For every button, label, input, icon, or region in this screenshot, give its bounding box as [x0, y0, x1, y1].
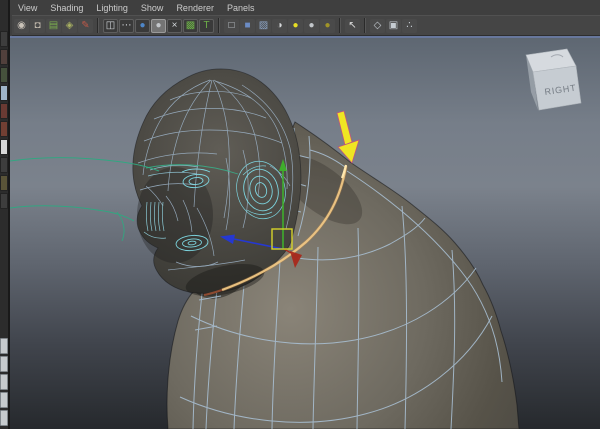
all-lights-icon[interactable]: ● [288, 18, 303, 33]
rotate-tool-button[interactable] [0, 103, 8, 119]
show-manip-tool-button[interactable] [0, 175, 8, 191]
default-material-icon[interactable]: ◑ [272, 18, 287, 33]
menu-panels[interactable]: Panels [227, 3, 255, 13]
camera-attributes-icon[interactable]: ◘ [30, 18, 45, 33]
soft-mod-tool-button[interactable] [0, 157, 8, 173]
no-lights-icon[interactable]: ● [304, 18, 319, 33]
flat-shade-icon[interactable]: ● [151, 18, 166, 33]
universal-manip-button[interactable] [0, 139, 8, 155]
lasso-tool-button[interactable] [0, 49, 8, 65]
selected-lights-icon[interactable]: ● [320, 18, 335, 33]
layout-shortcuts [0, 337, 8, 427]
layout-hypergraph-button[interactable] [0, 392, 8, 408]
smooth-shade-icon[interactable]: ● [135, 18, 150, 33]
panel-icon-toolbar: ◉ ◘ ▤ ◈ ✎ ◫ ⋯ ● ● × ▩ T □ ■ ▨ ◑ ● ● ● ↖ [12, 15, 600, 36]
display-planes-icon[interactable]: ▣ [386, 18, 401, 33]
wireframe-display-icon[interactable]: □ [224, 18, 239, 33]
select-camera-icon[interactable]: ◉ [14, 18, 29, 33]
menu-renderer[interactable]: Renderer [176, 3, 214, 13]
maya-viewport-panel: View Shading Lighting Show Renderer Pane… [0, 0, 600, 429]
poly-cage-display-icon[interactable]: ◇ [370, 18, 385, 33]
scale-tool-button[interactable] [0, 121, 8, 137]
layout-four-pane-button[interactable] [0, 356, 8, 372]
menu-show[interactable]: Show [141, 3, 164, 13]
viewport-canvas[interactable]: RIGHT [10, 38, 600, 429]
film-gate-icon[interactable]: ⋯ [119, 18, 134, 33]
menu-shading[interactable]: Shading [50, 3, 83, 13]
layout-custom-button[interactable] [0, 410, 8, 426]
texture-borders-icon[interactable]: T [199, 18, 214, 33]
move-tool-button[interactable] [0, 85, 8, 101]
x-ray-icon[interactable]: × [167, 18, 182, 33]
layout-persp-outliner-button[interactable] [0, 374, 8, 390]
toolbar-separator [364, 18, 366, 33]
paint-select-tool-button[interactable] [0, 67, 8, 83]
layout-single-pane-button[interactable] [0, 338, 8, 354]
textured-icon[interactable]: ▩ [183, 18, 198, 33]
toolbar-separator [97, 18, 99, 33]
node-links-icon[interactable]: ∴ [402, 18, 417, 33]
isolate-select-icon[interactable]: ↖ [345, 18, 360, 33]
panel-menu-bar: View Shading Lighting Show Renderer Pane… [12, 0, 600, 15]
grease-pencil-icon[interactable]: ✎ [78, 18, 93, 33]
image-plane-icon[interactable]: ◈ [62, 18, 77, 33]
menu-view[interactable]: View [18, 3, 37, 13]
viewport-scene: RIGHT [10, 38, 600, 429]
toolbox-strip [0, 0, 10, 429]
menu-lighting[interactable]: Lighting [96, 3, 128, 13]
bookmarks-icon[interactable]: ▤ [46, 18, 61, 33]
last-tool-button[interactable] [0, 193, 8, 209]
select-tool-button[interactable] [0, 31, 8, 47]
toolbar-separator [218, 18, 220, 33]
toolbar-separator [339, 18, 341, 33]
xray-display-icon[interactable]: ▨ [256, 18, 271, 33]
shaded-display-icon[interactable]: ■ [240, 18, 255, 33]
resolution-gate-icon[interactable]: ◫ [103, 18, 118, 33]
